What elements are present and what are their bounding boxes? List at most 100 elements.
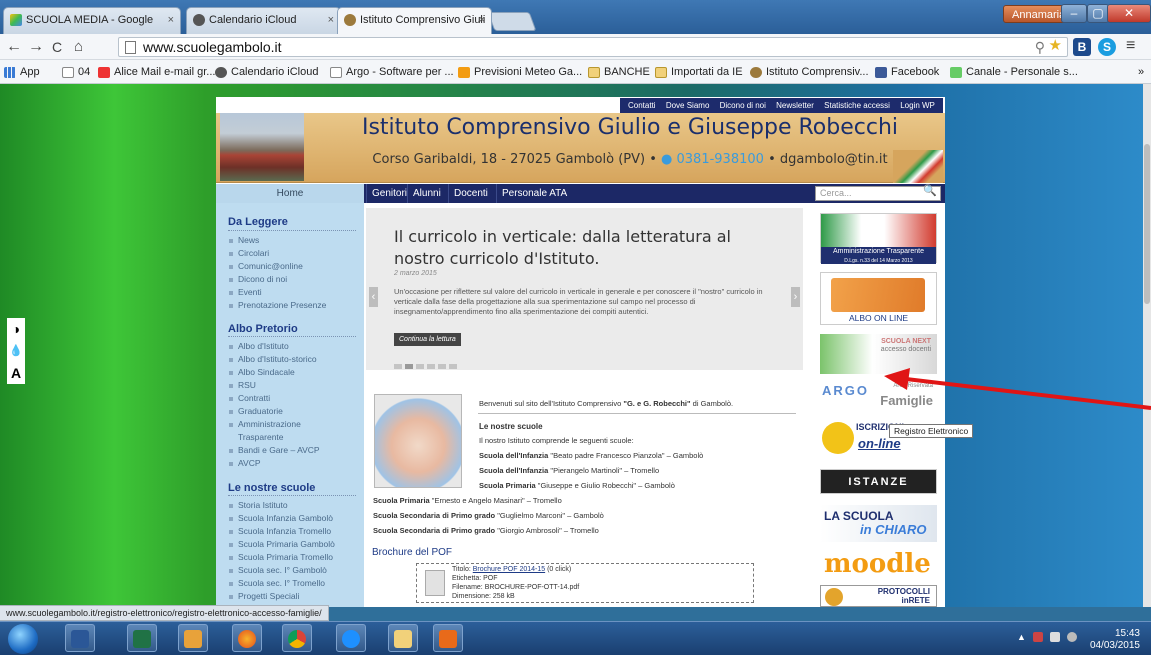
font-size-icon[interactable]: A	[7, 362, 25, 384]
sidebar-item-prenotazione[interactable]: Prenotazione Presenze	[229, 300, 326, 310]
extension-b-icon[interactable]: B	[1073, 38, 1091, 56]
excel-icon[interactable]	[127, 624, 157, 652]
new-tab-button[interactable]	[487, 12, 537, 31]
skype-icon[interactable]: S	[1098, 38, 1116, 56]
bookmark-importati[interactable]: Importati da IE	[655, 65, 743, 80]
sidebar-item-albo-storico[interactable]: Albo d'Istituto-storico	[229, 354, 317, 364]
close-tab-icon[interactable]: ×	[479, 8, 485, 33]
scuola-in-chiaro-banner[interactable]: LA SCUOLA in CHIARO	[820, 505, 937, 542]
bookmark-istituto[interactable]: Istituto Comprensiv...	[750, 65, 869, 80]
sidebar-item-graduatorie[interactable]: Graduatorie	[229, 406, 283, 416]
sidebar-item-dicono[interactable]: Dicono di noi	[229, 274, 287, 284]
sidebar-item-rsu[interactable]: RSU	[229, 380, 256, 390]
sidebar-item-contratti[interactable]: Contratti	[229, 393, 270, 403]
bookmark-canale[interactable]: Canale - Personale s...	[950, 65, 1078, 80]
menu-personale-ata[interactable]: Personale ATA	[496, 184, 572, 203]
menu-home[interactable]: Home	[216, 184, 364, 203]
sidebar-item-infanzia-gambolo[interactable]: Scuola Infanzia Gambolò	[229, 513, 333, 523]
close-tab-icon[interactable]: ×	[168, 8, 174, 33]
clock[interactable]: 15:43 04/03/2015	[1010, 628, 1140, 652]
albo-online-banner[interactable]: ALBO ON LINE	[820, 272, 937, 325]
link-contatti[interactable]: Contatti	[628, 101, 656, 110]
slider-dot-active[interactable]	[405, 364, 413, 369]
slider-title[interactable]: Il curricolo in verticale: dalla lettera…	[394, 226, 784, 270]
star-icon[interactable]: ★	[1049, 37, 1062, 55]
bookmark-meteo[interactable]: Previsioni Meteo Ga...	[458, 65, 582, 80]
sidebar-item-progetti[interactable]: Progetti Speciali	[229, 591, 299, 601]
scrollbar-thumb[interactable]	[1144, 144, 1150, 304]
link-dicono-di-noi[interactable]: Dicono di noi	[720, 101, 766, 110]
slider-dot[interactable]	[416, 364, 424, 369]
sidebar-item-storia[interactable]: Storia Istituto	[229, 500, 288, 510]
ie-icon[interactable]	[336, 624, 366, 652]
protocolli-in-rete-banner[interactable]: PROTOCOLLI inRETE	[820, 585, 937, 607]
sidebar-item-albo-istituto[interactable]: Albo d'Istituto	[229, 341, 289, 351]
pdf-icon[interactable]	[425, 570, 445, 596]
sidebar-item-sec-tromello[interactable]: Scuola sec. I° Tromello	[229, 578, 325, 588]
tab-istituto[interactable]: Istituto Comprensivo Giuli ×	[337, 7, 492, 34]
slider-dot[interactable]	[449, 364, 457, 369]
bookmark-argo[interactable]: Argo - Software per ...	[330, 65, 454, 80]
site-search-input[interactable]: Cerca... 🔍	[815, 185, 941, 201]
sidebar-item-amministrazione[interactable]: Amministrazione	[229, 419, 301, 429]
menu-icon[interactable]: ≡	[1126, 36, 1135, 56]
sidebar-item-eventi[interactable]: Eventi	[229, 287, 262, 297]
amministrazione-trasparente-banner[interactable]: Amministrazione Trasparente D.Lgs. n.33 d…	[820, 213, 937, 264]
explorer-icon[interactable]	[388, 624, 418, 652]
slider-next-button[interactable]: ›	[791, 287, 800, 307]
link-newsletter[interactable]: Newsletter	[776, 101, 814, 110]
page-scrollbar[interactable]	[1143, 84, 1151, 607]
site-title[interactable]: Istituto Comprensivo Giulio e Giuseppe R…	[360, 115, 900, 140]
menu-alunni[interactable]: Alunni	[407, 184, 446, 203]
sidebar-item-trasparente[interactable]: Trasparente	[238, 432, 284, 442]
menu-docenti[interactable]: Docenti	[448, 184, 493, 203]
photos-icon[interactable]	[178, 624, 208, 652]
slider-dot[interactable]	[427, 364, 435, 369]
drop-icon[interactable]: 💧	[7, 340, 25, 362]
bookmark-04[interactable]: 04	[62, 65, 90, 80]
moodle-banner[interactable]: moodle	[820, 546, 937, 582]
sidebar-item-comunic[interactable]: Comunic@online	[229, 261, 303, 271]
link-statistiche[interactable]: Statistiche accessi	[824, 101, 890, 110]
close-tab-icon[interactable]: ×	[328, 8, 334, 33]
sidebar-item-sec-gambolo[interactable]: Scuola sec. I° Gambolò	[229, 565, 327, 575]
sidebar-item-bandi[interactable]: Bandi e Gare – AVCP	[229, 445, 320, 455]
istanze-online-banner[interactable]: ISTANZE ONLINE	[820, 469, 937, 513]
sidebar-item-primaria-gambolo[interactable]: Scuola Primaria Gambolò	[229, 539, 335, 549]
maximize-button[interactable]: ▢	[1087, 4, 1109, 23]
forward-button[interactable]: →	[28, 37, 44, 57]
pof-link[interactable]: Brochure POF 2014-15	[473, 566, 545, 573]
search-icon[interactable]: 🔍	[923, 185, 937, 198]
sidebar-item-avcp[interactable]: AVCP	[229, 458, 261, 468]
home-button[interactable]: ⌂	[74, 37, 83, 57]
firefox-icon[interactable]	[232, 624, 262, 652]
sidebar-item-primaria-tromello[interactable]: Scuola Primaria Tromello	[229, 552, 333, 562]
sidebar-item-circolari[interactable]: Circolari	[229, 248, 269, 258]
link-login-wp[interactable]: Login WP	[900, 101, 935, 110]
slider-dot[interactable]	[394, 364, 402, 369]
back-button[interactable]: ←	[6, 37, 22, 57]
zoom-icon[interactable]: ⚲	[1035, 38, 1045, 56]
contrast-icon[interactable]: ◑	[7, 318, 25, 340]
reload-button[interactable]: C	[52, 37, 62, 57]
minimize-button[interactable]: –	[1061, 4, 1087, 23]
bookmark-banche[interactable]: BANCHE	[588, 65, 650, 80]
read-more-button[interactable]: Continua la lettura	[394, 333, 461, 346]
bookmark-facebook[interactable]: Facebook	[875, 65, 939, 80]
media-icon[interactable]	[433, 624, 463, 652]
bookmark-apps[interactable]: App	[4, 65, 40, 80]
slider-dot[interactable]	[438, 364, 446, 369]
close-window-button[interactable]: ✕	[1107, 4, 1151, 23]
word-icon[interactable]	[65, 624, 95, 652]
sidebar-item-news[interactable]: News	[229, 235, 259, 245]
chrome-icon[interactable]	[282, 624, 312, 652]
menu-genitori[interactable]: Genitori	[366, 184, 412, 203]
bookmarks-more-button[interactable]: »	[1138, 65, 1144, 80]
url-input[interactable]: www.scuolegambolo.it ⚲ ★	[118, 37, 1068, 57]
link-dove-siamo[interactable]: Dove Siamo	[666, 101, 710, 110]
sidebar-item-albo-sindacale[interactable]: Albo Sindacale	[229, 367, 295, 377]
start-button[interactable]	[8, 624, 38, 654]
sidebar-item-infanzia-tromello[interactable]: Scuola Infanzia Tromello	[229, 526, 331, 536]
slider-prev-button[interactable]: ‹	[369, 287, 378, 307]
phone-link[interactable]: 0381-938100	[677, 152, 764, 167]
